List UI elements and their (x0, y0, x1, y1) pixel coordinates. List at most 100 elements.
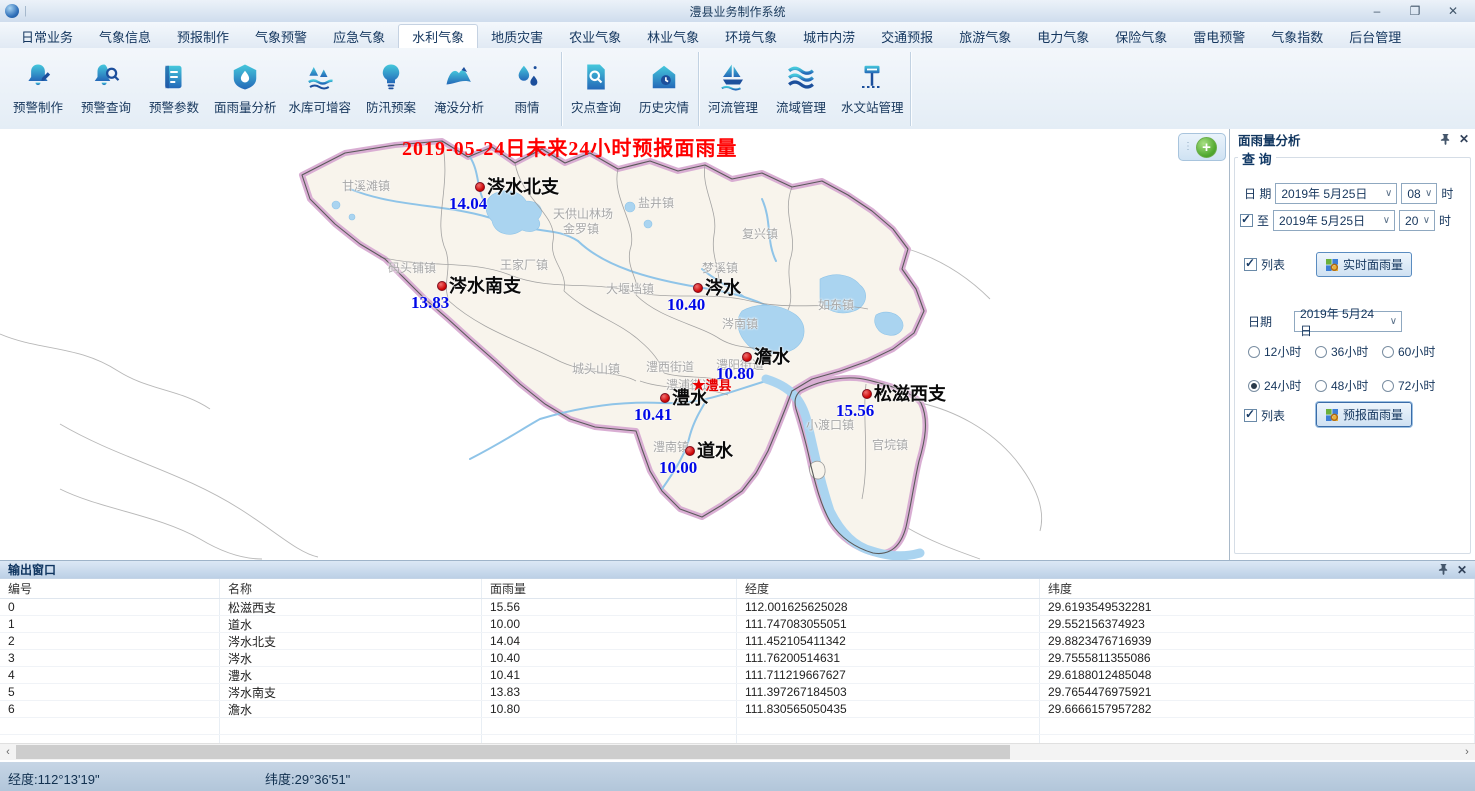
end-date-select[interactable]: 2019年 5月25日∨ (1273, 210, 1395, 231)
forecast-date-select[interactable]: 2019年 5月24日∨ (1294, 311, 1402, 332)
menu-item[interactable]: 农业气象 (556, 24, 634, 48)
panel-close-icon[interactable]: ✕ (1459, 132, 1469, 146)
output-title: 输出窗口 (8, 561, 56, 578)
toolbar-item[interactable]: 面雨量分析 (208, 53, 283, 125)
map-add-button[interactable]: + (1196, 137, 1217, 158)
cell-id: 2 (0, 633, 220, 649)
menu-item[interactable]: 气象信息 (86, 24, 164, 48)
rain-icon (512, 62, 542, 92)
menu-item[interactable]: 后台管理 (1336, 24, 1414, 48)
menu-item[interactable]: 雷电预警 (1180, 24, 1258, 48)
scroll-right-arrow-icon[interactable]: › (1459, 744, 1475, 760)
menu-item-label: 预报制作 (177, 27, 229, 46)
toolbar-item-label: 灾点查询 (571, 97, 621, 116)
station-dot-icon (685, 446, 695, 456)
toolbar-item[interactable]: 预警制作 (4, 53, 72, 125)
duration-radio[interactable]: 36小时 (1315, 343, 1382, 360)
scroll-left-arrow-icon[interactable]: ‹ (0, 744, 16, 760)
pin-icon[interactable] (1440, 133, 1451, 146)
town-label: 王家厂镇 (500, 256, 548, 273)
forecast-rain-button[interactable]: 预报面雨量 (1316, 402, 1412, 427)
menu-item[interactable]: 水利气象 (398, 24, 478, 48)
map-thumbnail-icon (1325, 258, 1339, 272)
end-hour-select[interactable]: 20∨ (1399, 210, 1435, 231)
menu-item[interactable]: 林业气象 (634, 24, 712, 48)
minimize-button[interactable]: – (1369, 4, 1385, 18)
toolbar-item[interactable]: 淹没分析 (425, 53, 493, 125)
toolbar-item[interactable] (910, 52, 911, 126)
pin-icon[interactable] (1438, 563, 1449, 576)
forecast-list-checkbox[interactable] (1244, 409, 1257, 422)
column-header: 经度 (737, 579, 1040, 598)
station-value: 14.04 (449, 194, 487, 214)
table-row[interactable]: 3 涔水 10.40 111.76200514631 29.7555811355… (0, 650, 1475, 667)
table-row[interactable]: 0 松滋西支 15.56 112.001625625028 29.6193549… (0, 599, 1475, 616)
start-hour-select[interactable]: 08∨ (1401, 183, 1437, 204)
statusbar: 经度:112°13'19" 纬度:29°36'51" (0, 762, 1475, 791)
menubar: 日常业务气象信息预报制作气象预警应急气象水利气象地质灾害农业气象林业气象环境气象… (0, 22, 1475, 48)
table-row[interactable]: 5 涔水南支 13.83 111.397267184503 29.7654476… (0, 684, 1475, 701)
station-dot-icon (437, 281, 447, 291)
table-row[interactable]: 2 涔水北支 14.04 111.452105411342 29.8823476… (0, 633, 1475, 650)
menu-item[interactable]: 旅游气象 (946, 24, 1024, 48)
table-header-row: 编号名称面雨量经度纬度 (0, 579, 1475, 599)
menu-item[interactable]: 预报制作 (164, 24, 242, 48)
county-marker: ★澧县 (692, 375, 731, 394)
realtime-list-checkbox[interactable] (1244, 258, 1257, 271)
toolbar-item[interactable]: 流域管理 (767, 53, 835, 125)
radio-icon (1382, 346, 1394, 358)
area-rain-icon (230, 62, 260, 92)
toolbar-item[interactable]: 水库可增容 (283, 53, 358, 125)
menu-item[interactable]: 地质灾害 (478, 24, 556, 48)
toolbar-item[interactable]: 雨情 (493, 53, 561, 125)
toolbar-item[interactable]: 历史灾情 (630, 53, 698, 125)
realtime-rain-button[interactable]: 实时面雨量 (1316, 252, 1412, 277)
toolbar-item-label: 水文站管理 (841, 97, 904, 116)
close-button[interactable]: ✕ (1445, 4, 1461, 18)
menu-item[interactable]: 城市内涝 (790, 24, 868, 48)
table-row[interactable]: 4 澧水 10.41 111.711219667627 29.618801248… (0, 667, 1475, 684)
toolbar-item[interactable]: 预警查询 (72, 53, 140, 125)
menu-item[interactable]: 应急气象 (320, 24, 398, 48)
realtime-list-row: 列表 (1244, 256, 1285, 273)
output-close-icon[interactable]: ✕ (1457, 563, 1467, 577)
to-checkbox[interactable] (1240, 214, 1253, 227)
scroll-thumb[interactable] (16, 745, 1010, 759)
cell-name: 松滋西支 (220, 599, 482, 615)
table-row[interactable]: 6 澹水 10.80 111.830565050435 29.666615795… (0, 701, 1475, 718)
station-name: 涔水北支 (487, 173, 559, 199)
maximize-button[interactable]: ❐ (1407, 4, 1423, 18)
town-label: 城头山镇 (572, 360, 620, 377)
cell-name: 澧水 (220, 667, 482, 683)
duration-radio[interactable]: 72小时 (1382, 377, 1458, 394)
table-row[interactable]: 1 道水 10.00 111.747083055051 29.552156374… (0, 616, 1475, 633)
horizontal-scrollbar[interactable]: ‹ › (0, 743, 1475, 760)
toolbar-item[interactable]: 预警参数 (140, 53, 208, 125)
cell-name: 道水 (220, 616, 482, 632)
duration-radio[interactable]: 48小时 (1315, 377, 1382, 394)
menu-item[interactable]: 气象预警 (242, 24, 320, 48)
toolbar-item[interactable]: 灾点查询 (562, 53, 630, 125)
menu-item-label: 旅游气象 (959, 27, 1011, 46)
start-date-select[interactable]: 2019年 5月25日∨ (1275, 183, 1397, 204)
town-label: 复兴镇 (742, 225, 778, 242)
duration-radio-label: 24小时 (1264, 377, 1301, 394)
toolbar-item[interactable]: 防汛预案 (357, 53, 425, 125)
cell-rain: 13.83 (482, 684, 737, 700)
duration-radio[interactable]: 24小时 (1248, 377, 1315, 394)
duration-radio[interactable]: 60小时 (1382, 343, 1458, 360)
station-name: 澹水 (754, 343, 790, 369)
realtime-to-row: 至 2019年 5月25日∨ 20∨ 时 (1240, 210, 1451, 231)
menu-item[interactable]: 日常业务 (8, 24, 86, 48)
menu-item[interactable]: 环境气象 (712, 24, 790, 48)
duration-radio[interactable]: 12小时 (1248, 343, 1315, 360)
output-header: 输出窗口 ✕ (0, 560, 1475, 579)
cell-longitude: 111.397267184503 (737, 684, 1040, 700)
menu-item[interactable]: 交通预报 (868, 24, 946, 48)
toolbar-item[interactable]: 水文站管理 (835, 53, 910, 125)
toolbar-item[interactable]: 河流管理 (699, 53, 767, 125)
menu-item[interactable]: 气象指数 (1258, 24, 1336, 48)
map-area[interactable]: 2019-05-24日未来24小时预报面雨量 甘溪滩镇天供山林场金罗镇盐井镇复兴… (0, 129, 1230, 560)
menu-item[interactable]: 电力气象 (1024, 24, 1102, 48)
menu-item[interactable]: 保险气象 (1102, 24, 1180, 48)
